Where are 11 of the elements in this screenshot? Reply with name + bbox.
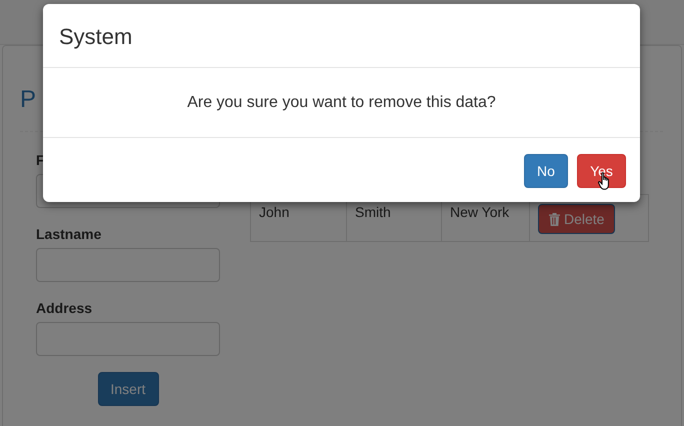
field-label: Address	[36, 300, 94, 316]
trash-icon	[549, 212, 560, 226]
dialog-message: Are you sure you want to remove this data?	[187, 94, 496, 112]
delete-button[interactable]: Delete	[538, 204, 616, 234]
input-field[interactable]	[36, 248, 220, 282]
input-field[interactable]	[36, 322, 220, 356]
dialog-title: System	[59, 24, 132, 49]
insert-button[interactable]: Insert	[98, 372, 158, 406]
cancel-button[interactable]: No	[524, 154, 568, 188]
page-title: P	[20, 86, 36, 115]
field-label: Lastname	[36, 226, 102, 242]
